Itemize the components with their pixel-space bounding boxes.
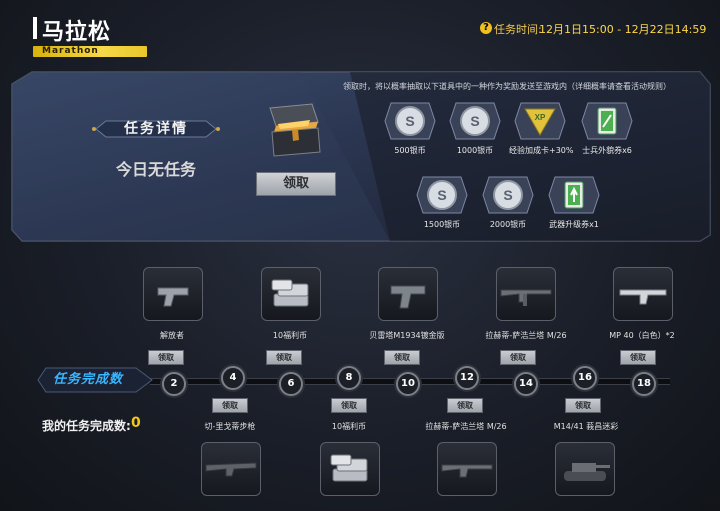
ticket-icon xyxy=(580,101,634,141)
title-accent-bar xyxy=(33,17,37,39)
milestone-claim-button[interactable]: 领取 xyxy=(384,350,420,365)
reward-item[interactable]: XP 经验加成卡+30% xyxy=(509,101,574,156)
no-task-text: 今日无任务 xyxy=(115,160,196,179)
silver-coin-icon: S xyxy=(448,101,502,141)
milestone-node: 14 xyxy=(514,372,538,396)
milestone-claim-button[interactable]: 领取 xyxy=(266,350,302,365)
silver-coin-icon: S xyxy=(383,101,437,141)
rifle-icon xyxy=(500,289,552,306)
coin-stack-icon xyxy=(271,279,309,307)
milestone-reward-name: 拉赫蒂-萨浩兰塔 M/26 xyxy=(425,422,507,431)
milestone-reward-box[interactable] xyxy=(555,442,615,496)
pistol-icon xyxy=(157,287,189,307)
milestone-claim-button[interactable]: 领取 xyxy=(212,398,248,413)
event-time-value: 12月1日15:00 - 12月22日14:59 xyxy=(539,23,707,36)
treasure-chest-icon xyxy=(262,102,324,160)
reward-item[interactable]: S 1500银币 xyxy=(411,175,473,230)
reward-item[interactable]: S 500银币 xyxy=(379,101,441,156)
milestone-node: 10 xyxy=(396,372,420,396)
reward-item[interactable]: 士兵外貌券x6 xyxy=(576,101,638,156)
milestone-node: 2 xyxy=(162,372,186,396)
reward-label: 武器升级券x1 xyxy=(549,220,599,229)
milestone-reward-box[interactable] xyxy=(437,442,497,496)
page-title: 马拉松 xyxy=(42,20,112,45)
event-time-label: 任务时间: xyxy=(494,23,542,36)
milestone-claim-button[interactable]: 领取 xyxy=(620,350,656,365)
claim-button[interactable]: 领取 xyxy=(256,172,336,196)
milestone-node: 4 xyxy=(221,366,245,390)
silver-coin-icon: S xyxy=(481,175,535,215)
milestone-reward-box[interactable] xyxy=(496,267,556,321)
my-task-count-label: 我的任务完成数: xyxy=(42,419,131,433)
milestone-claim-button[interactable]: 领取 xyxy=(148,350,184,365)
reward-item[interactable]: S 1000银币 xyxy=(444,101,506,156)
milestone-claim-button[interactable]: 领取 xyxy=(331,398,367,413)
svg-text:S: S xyxy=(405,113,414,129)
milestone-node: 6 xyxy=(279,372,303,396)
milestone-node: 8 xyxy=(337,366,361,390)
milestone-reward-name: 切-里戈蒂步枪 xyxy=(204,422,256,431)
milestone-reward-name: 拉赫蒂-萨浩兰塔 M/26 xyxy=(485,331,567,340)
reward-item[interactable]: S 2000银币 xyxy=(477,175,539,230)
milestone-claim-button[interactable]: 领取 xyxy=(500,350,536,365)
pistol-icon xyxy=(390,285,426,309)
milestone-node: 18 xyxy=(632,372,656,396)
svg-text:S: S xyxy=(437,187,446,203)
svg-text:S: S xyxy=(503,187,512,203)
rifle-icon xyxy=(205,462,257,477)
milestone-reward-box[interactable] xyxy=(201,442,261,496)
milestone-reward-name: 10福利币 xyxy=(331,422,367,431)
milestone-claim-button[interactable]: 领取 xyxy=(565,398,601,413)
task-detail-heading: 任务详情 xyxy=(92,118,220,140)
smg-icon xyxy=(619,289,667,305)
milestone-reward-name: M14/41 莪昌迷彩 xyxy=(553,422,619,431)
silver-coin-icon: S xyxy=(415,175,469,215)
milestone-reward-box[interactable] xyxy=(320,442,380,496)
task-complete-label: 任务完成数 xyxy=(52,372,123,387)
milestone-claim-button[interactable]: 领取 xyxy=(447,398,483,413)
tank-icon xyxy=(564,463,610,481)
milestone-reward-name: 10福利币 xyxy=(272,331,308,340)
milestone-reward-name: 解放者 xyxy=(160,331,184,340)
my-task-count-value: 0 xyxy=(131,415,141,431)
milestone-reward-box[interactable] xyxy=(261,267,321,321)
rifle-icon xyxy=(441,464,493,478)
page-subtitle: Marathon xyxy=(42,46,99,56)
reward-label: 1000银币 xyxy=(456,146,494,155)
reward-label: 500银币 xyxy=(394,146,426,155)
ticket-icon xyxy=(547,175,601,215)
task-complete-heading: 任务完成数 xyxy=(36,366,154,394)
xp-card-icon: XP xyxy=(513,101,567,141)
svg-text:S: S xyxy=(470,113,479,129)
milestone-reward-box[interactable] xyxy=(378,267,438,321)
milestone-reward-name: MP 40（白色）*2 xyxy=(609,331,675,340)
reward-label: 2000银币 xyxy=(489,220,527,229)
milestone-reward-box[interactable] xyxy=(613,267,673,321)
reward-item[interactable]: 武器升级券x1 xyxy=(543,175,605,230)
reward-label: 经验加成卡+30% xyxy=(509,146,574,155)
help-icon[interactable]: ? xyxy=(480,22,492,34)
milestone-node: 12 xyxy=(455,366,479,390)
task-detail-label: 任务详情 xyxy=(124,121,188,137)
svg-text:XP: XP xyxy=(535,113,546,122)
milestone-reward-name: 贝雷塔M1934镀金版 xyxy=(369,331,445,340)
milestone-node: 16 xyxy=(573,366,597,390)
reward-label: 士兵外貌券x6 xyxy=(582,146,632,155)
marathon-event-screen: { "header":{"title":"马拉松","subtitle":"Ma… xyxy=(0,0,720,511)
reward-note: 领取时，将以概率抽取以下道具中的一种作为奖励发送至游戏内（详细概率请查看活动规则… xyxy=(343,82,671,91)
reward-label: 1500银币 xyxy=(423,220,461,229)
milestone-reward-box[interactable] xyxy=(143,267,203,321)
coin-stack-icon xyxy=(330,454,368,482)
